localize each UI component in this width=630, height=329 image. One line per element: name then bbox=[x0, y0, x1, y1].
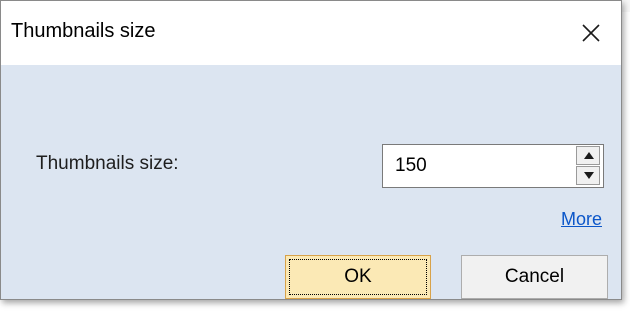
cancel-button[interactable]: Cancel bbox=[461, 255, 608, 299]
cancel-button-label: Cancel bbox=[504, 266, 565, 287]
focus-rectangle bbox=[289, 259, 427, 295]
dialog-body: Thumbnails size: More OK bbox=[1, 65, 621, 299]
ok-button[interactable]: OK bbox=[285, 255, 431, 299]
triangle-down-icon bbox=[584, 172, 594, 179]
thumbnails-size-dialog: Thumbnails size Thumbnails size: 150 Mor… bbox=[0, 0, 622, 300]
more-link[interactable]: More bbox=[561, 209, 602, 230]
thumbnails-size-label: Thumbnails size: bbox=[36, 153, 179, 174]
spinner-buttons bbox=[576, 146, 602, 186]
thumbnails-size-input[interactable] bbox=[383, 145, 573, 187]
thumbnails-size-spinner[interactable] bbox=[382, 144, 604, 188]
close-button[interactable] bbox=[559, 1, 621, 65]
close-icon bbox=[582, 24, 600, 42]
spinner-up-button[interactable] bbox=[576, 146, 600, 165]
spinner-down-button[interactable] bbox=[576, 166, 600, 185]
title-bar: Thumbnails size bbox=[1, 1, 621, 65]
dialog-title: Thumbnails size bbox=[11, 20, 156, 42]
triangle-up-icon bbox=[584, 152, 594, 159]
